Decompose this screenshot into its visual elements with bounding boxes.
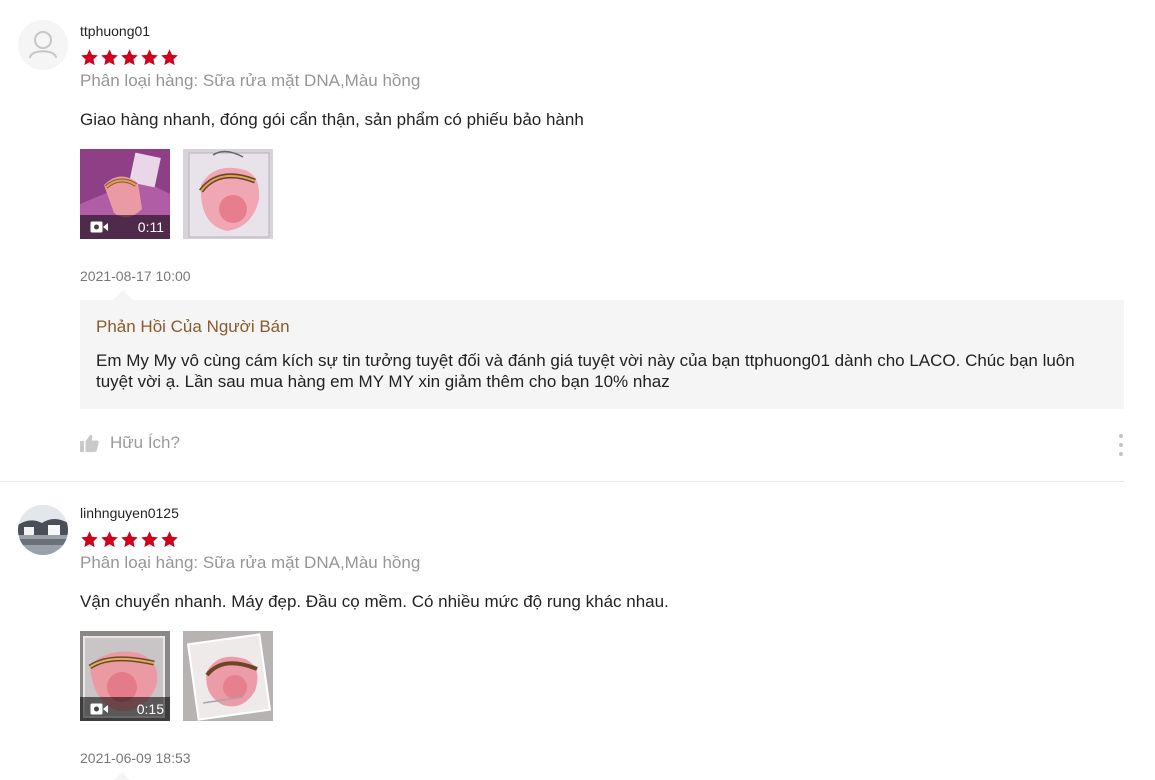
seller-reply-text: Em My My vô cùng cám kích sự tin tưởng t… [96,351,1075,391]
user-avatar[interactable] [18,505,68,555]
review-video-thumbnail[interactable]: 0:11 [80,149,170,239]
star-icon [101,49,118,66]
star-icon [121,49,138,66]
product-variation: Phân loại hàng: Sữa rửa mặt DNA,Màu hồng [80,553,421,572]
rating-stars [80,530,179,549]
star-icon [161,531,178,548]
seller-reply-title: Phản Hồi Của Người Bán [96,317,290,336]
user-avatar-image [18,505,68,555]
video-overlay: 0:15 [80,697,170,721]
review-image-thumbnail[interactable] [183,149,273,239]
review-content: Vận chuyển nhanh. Máy đẹp. Đầu cọ mềm. C… [80,592,669,611]
star-icon [81,49,98,66]
star-icon [101,531,118,548]
video-duration: 0:11 [137,219,164,235]
helpful-button[interactable]: Hữu Ích? [80,433,180,453]
star-icon [141,531,158,548]
video-camera-icon [90,221,108,233]
review-username[interactable]: linhnguyen0125 [80,505,179,521]
more-vertical-icon [1119,434,1123,438]
thumbs-up-icon [80,434,99,452]
star-icon [81,531,98,548]
user-avatar-icon [18,20,68,70]
video-duration: 0:15 [136,701,164,717]
review-image-thumbnail[interactable] [183,631,273,721]
review-item: ttphuong01 Phân loại hàng: Sữa rửa mặt D… [0,0,1124,482]
helpful-label: Hữu Ích? [110,433,180,452]
reply-caret [113,290,133,300]
reply-caret [113,772,131,780]
product-variation: Phân loại hàng: Sữa rửa mặt DNA,Màu hồng [80,71,421,90]
seller-reply: Phản Hồi Của Người Bán Em My My vô cùng … [80,290,1124,409]
review-content: Giao hàng nhanh, đóng gói cẩn thận, sản … [80,110,584,129]
product-photo-image [183,631,273,721]
star-icon [121,531,138,548]
review-item: linhnguyen0125 Phân loại hàng: Sữa rửa m… [0,482,1124,780]
review-media: 0:15 [80,631,273,721]
video-camera-icon [90,703,108,715]
product-photo-image [183,149,273,239]
review-time: 2021-06-09 18:53 [80,750,191,766]
star-icon [161,49,178,66]
star-icon [141,49,158,66]
review-media: 0:11 [80,149,273,239]
video-overlay: 0:11 [80,215,170,239]
review-video-thumbnail[interactable]: 0:15 [80,631,170,721]
review-username[interactable]: ttphuong01 [80,23,150,39]
more-options-button[interactable] [1113,434,1129,456]
rating-stars [80,48,179,67]
avatar-placeholder[interactable] [18,20,68,70]
review-time: 2021-08-17 10:00 [80,268,191,284]
